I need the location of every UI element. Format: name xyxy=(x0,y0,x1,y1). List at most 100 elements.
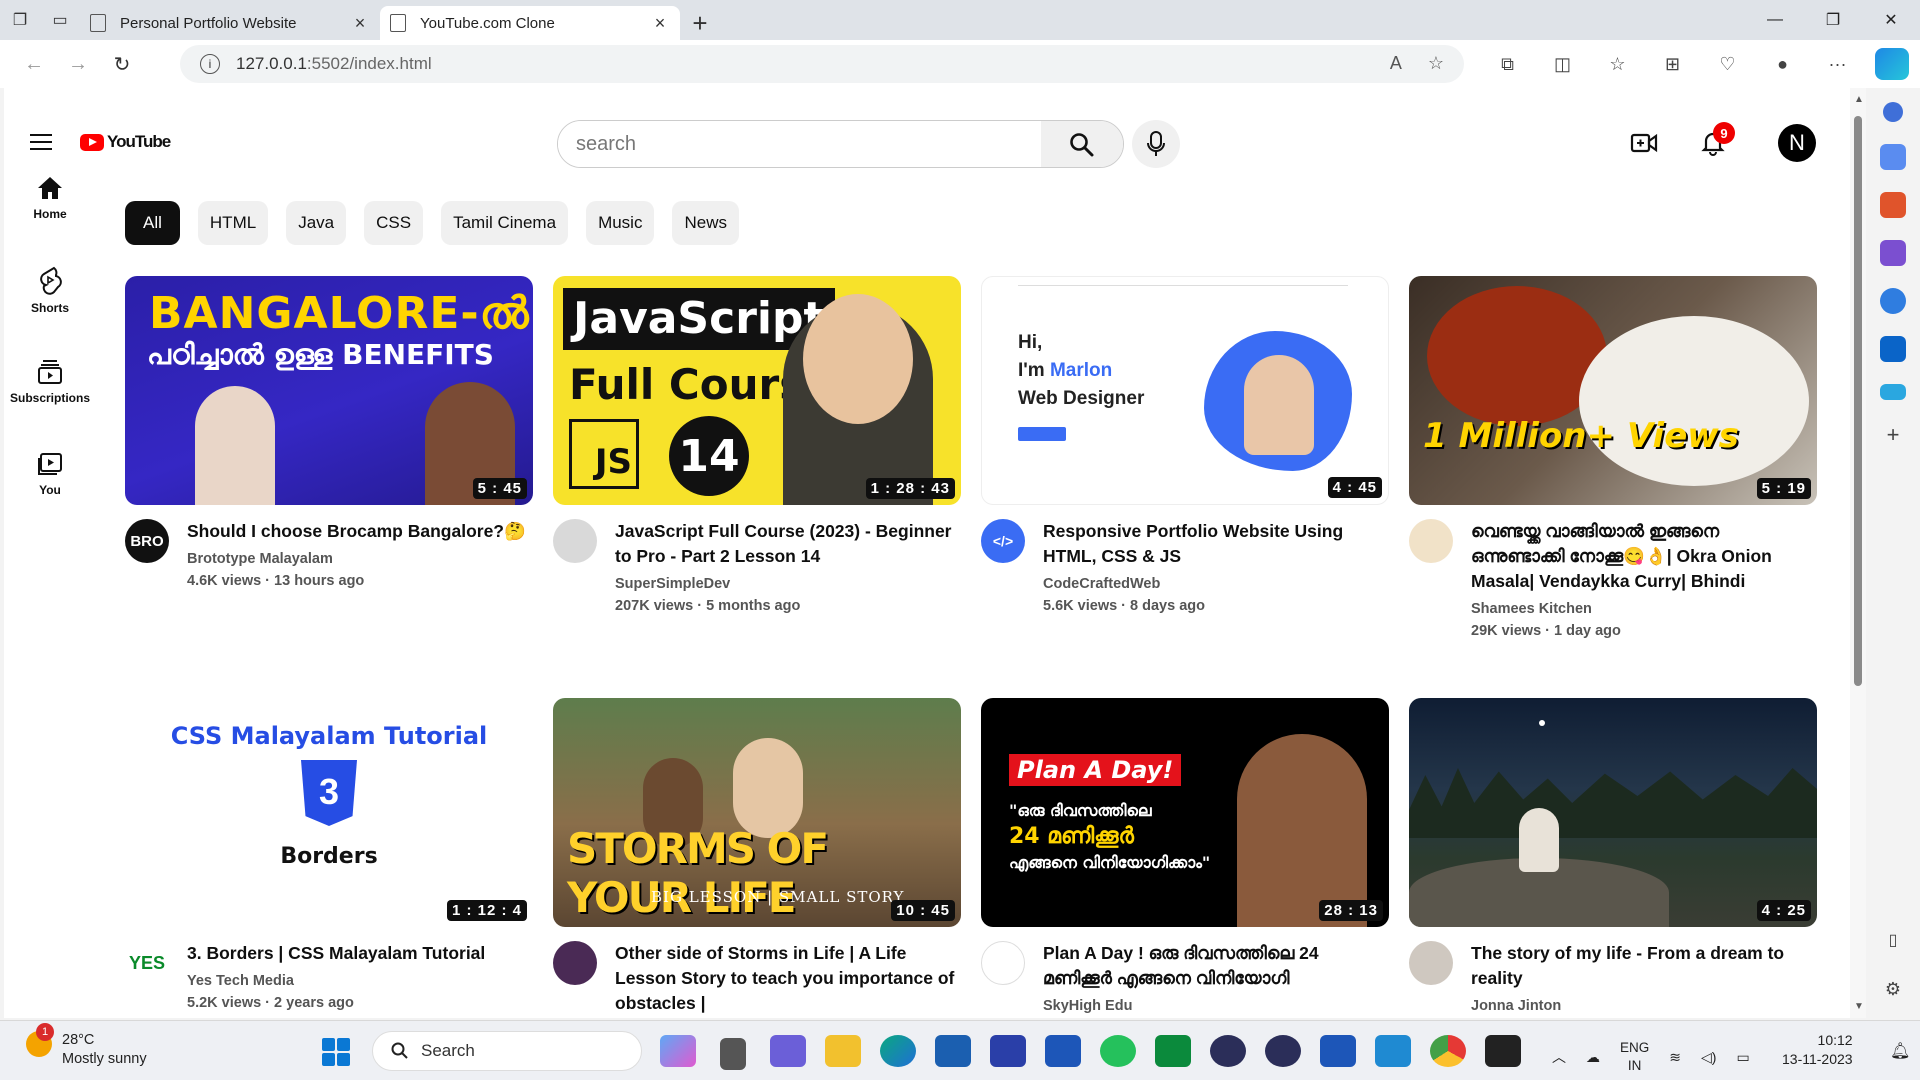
chip-music[interactable]: Music xyxy=(586,201,655,245)
video-thumbnail[interactable]: Plan A Day! "ഒരു ദിവസത്തിലെ 24 മണിക്കൂർ … xyxy=(981,698,1389,927)
video-thumbnail[interactable]: CSS Malayalam Tutorial 3 Borders 1 : 12 … xyxy=(125,698,533,927)
page-scrollbar[interactable]: ▲ ▼ xyxy=(1850,88,1866,1018)
site-info-icon[interactable]: i xyxy=(200,54,220,74)
more-menu-icon[interactable]: ··· xyxy=(1810,45,1865,83)
word-icon[interactable] xyxy=(1045,1035,1081,1067)
refresh-icon[interactable]: ↻ xyxy=(100,44,144,84)
file-explorer-icon[interactable] xyxy=(825,1035,861,1067)
hamburger-menu-icon[interactable] xyxy=(30,134,52,150)
chrome-icon[interactable] xyxy=(1430,1035,1466,1067)
account-avatar[interactable]: N xyxy=(1778,124,1816,162)
video-title[interactable]: വെണ്ടയ്ക്ക വാങ്ങിയാൽ ഇങ്ങനെ ഒന്നുണ്ടാക്ക… xyxy=(1471,519,1817,594)
whatsapp-icon[interactable] xyxy=(1100,1035,1136,1067)
scroll-up-icon[interactable]: ▲ xyxy=(1854,94,1864,105)
onedrive-icon[interactable]: ☁ xyxy=(1586,1049,1600,1066)
wifi-icon[interactable]: ≋ xyxy=(1669,1049,1681,1066)
channel-avatar[interactable] xyxy=(1409,519,1453,563)
chip-html[interactable]: HTML xyxy=(197,201,269,245)
eclipse-icon[interactable] xyxy=(1210,1035,1246,1067)
search-sidebar-icon[interactable] xyxy=(1883,102,1903,122)
video-card[interactable]: Plan A Day! "ഒരു ദിവസത്തിലെ 24 മണിക്കൂർ … xyxy=(981,698,1389,1014)
new-tab-button[interactable]: + xyxy=(680,6,720,40)
collections-icon[interactable]: ⊞ xyxy=(1645,45,1700,83)
add-sidebar-app-icon[interactable]: + xyxy=(1887,422,1900,448)
search-input[interactable] xyxy=(558,121,1041,167)
hide-sidebar-icon[interactable]: ▯ xyxy=(1889,930,1898,950)
favorite-star-icon[interactable]: ☆ xyxy=(1428,53,1444,74)
video-thumbnail[interactable]: 4 : 25 xyxy=(1409,698,1817,927)
channel-name[interactable]: Jonna Jinton xyxy=(1471,998,1817,1014)
nav-home[interactable]: Home xyxy=(4,152,96,244)
channel-name[interactable]: Shamees Kitchen xyxy=(1471,601,1817,617)
video-card[interactable]: 4 : 25 The story of my life - From a dre… xyxy=(1409,698,1817,1014)
channel-name[interactable]: CodeCraftedWeb xyxy=(1043,576,1389,592)
maximize-icon[interactable]: ❐ xyxy=(1804,0,1862,40)
task-view-icon[interactable] xyxy=(720,1038,746,1070)
profile-icon[interactable]: ● xyxy=(1755,45,1810,83)
channel-avatar[interactable]: </> xyxy=(981,519,1025,563)
browser-tab-youtube-clone[interactable]: YouTube.com Clone × xyxy=(380,6,680,40)
channel-name[interactable]: Yes Tech Media xyxy=(187,973,533,989)
meet-icon[interactable] xyxy=(1155,1035,1191,1067)
chip-tamil-cinema[interactable]: Tamil Cinema xyxy=(441,201,569,245)
eclipse-icon-2[interactable] xyxy=(1265,1035,1301,1067)
browser-tab-portfolio[interactable]: Personal Portfolio Website × xyxy=(80,6,380,40)
url-field[interactable]: i 127.0.0.1:5502/index.html A ☆ xyxy=(180,45,1464,83)
split-screen-icon[interactable]: ◫ xyxy=(1535,45,1590,83)
channel-avatar[interactable] xyxy=(1409,941,1453,985)
nav-you[interactable]: You xyxy=(4,428,96,520)
notifications-button[interactable]: 9 xyxy=(1701,122,1735,161)
video-title[interactable]: Should I choose Brocamp Bangalore?🤔 xyxy=(187,519,533,544)
scrollbar-thumb[interactable] xyxy=(1854,116,1862,686)
video-title[interactable]: Plan A Day ! ഒരു ദിവസത്തിലെ 24 മണിക്കൂർ … xyxy=(1043,941,1389,991)
video-card[interactable]: 1 Million+ Views 5 : 19 വെണ്ടയ്ക്ക വാങ്ങ… xyxy=(1409,276,1817,639)
copilot-icon[interactable] xyxy=(1875,48,1909,80)
taskbar-search[interactable]: Search xyxy=(372,1031,642,1071)
workspaces-icon[interactable]: ❐ xyxy=(0,0,40,40)
clock[interactable]: 10:12 13-11-2023 xyxy=(1782,1031,1853,1069)
shopping-icon[interactable] xyxy=(1880,144,1906,170)
chip-all[interactable]: All xyxy=(125,201,180,245)
chip-news[interactable]: News xyxy=(672,201,739,245)
video-title[interactable]: Other side of Storms in Life | A Life Le… xyxy=(615,941,961,1016)
channel-name[interactable]: SkyHigh Edu xyxy=(1043,998,1389,1014)
outlook-icon[interactable] xyxy=(1880,336,1906,362)
chip-java[interactable]: Java xyxy=(286,201,347,245)
video-title[interactable]: JavaScript Full Course (2023) - Beginner… xyxy=(615,519,961,569)
read-aloud-icon[interactable]: A xyxy=(1390,53,1402,74)
video-thumbnail[interactable]: BANGALORE-ൽ പഠിച്ചാൽ ഉള്ള BENEFITS 5 : 4… xyxy=(125,276,533,505)
notification-center-icon[interactable]: 🔔︎ xyxy=(1890,1041,1910,1061)
video-card[interactable]: CSS Malayalam Tutorial 3 Borders 1 : 12 … xyxy=(125,698,533,1011)
forward-icon[interactable]: → xyxy=(56,44,100,84)
search-button[interactable] xyxy=(1041,121,1123,167)
power-automate-icon[interactable] xyxy=(990,1035,1026,1067)
wps-writer-icon[interactable] xyxy=(1320,1035,1356,1067)
video-card[interactable]: JavaScript Full Course JS 14 1 : 28 : 43… xyxy=(553,276,961,614)
video-thumbnail[interactable]: STORMS OF YOUR LIFE BIG LESSON | SMALL S… xyxy=(553,698,961,927)
video-title[interactable]: Responsive Portfolio Website Using HTML,… xyxy=(1043,519,1389,569)
store-icon[interactable] xyxy=(935,1035,971,1067)
video-card[interactable]: BANGALORE-ൽ പഠിച്ചാൽ ഉള്ള BENEFITS 5 : 4… xyxy=(125,276,533,589)
youtube-logo[interactable]: YouTube xyxy=(80,132,171,152)
close-window-icon[interactable]: ✕ xyxy=(1862,0,1920,40)
close-tab-icon[interactable]: × xyxy=(650,13,670,34)
start-button[interactable] xyxy=(322,1038,350,1066)
browser-essentials-icon[interactable]: ♡ xyxy=(1700,45,1755,83)
sidebar-settings-icon[interactable]: ⚙ xyxy=(1885,979,1901,1000)
volume-icon[interactable]: ◁) xyxy=(1701,1049,1716,1066)
chip-css[interactable]: CSS xyxy=(364,201,424,245)
channel-avatar[interactable] xyxy=(981,941,1025,985)
voice-search-button[interactable] xyxy=(1132,120,1180,168)
nav-shorts[interactable]: Shorts xyxy=(4,244,96,336)
games-icon[interactable] xyxy=(1880,240,1906,266)
microsoft-365-icon[interactable] xyxy=(1880,288,1906,314)
battery-icon[interactable]: ▭ xyxy=(1736,1049,1749,1066)
video-card[interactable]: Hi, I'm Marlon Web Designer 4 : 45 </> R… xyxy=(981,276,1389,614)
copilot-app-icon[interactable] xyxy=(660,1035,696,1067)
favorites-icon[interactable]: ☆ xyxy=(1590,45,1645,83)
channel-avatar[interactable]: YES xyxy=(125,941,169,985)
extensions-icon[interactable]: ⧉ xyxy=(1480,45,1535,83)
video-thumbnail[interactable]: JavaScript Full Course JS 14 1 : 28 : 43 xyxy=(553,276,961,505)
video-title[interactable]: The story of my life - From a dream to r… xyxy=(1471,941,1817,991)
minimize-icon[interactable]: — xyxy=(1746,0,1804,40)
